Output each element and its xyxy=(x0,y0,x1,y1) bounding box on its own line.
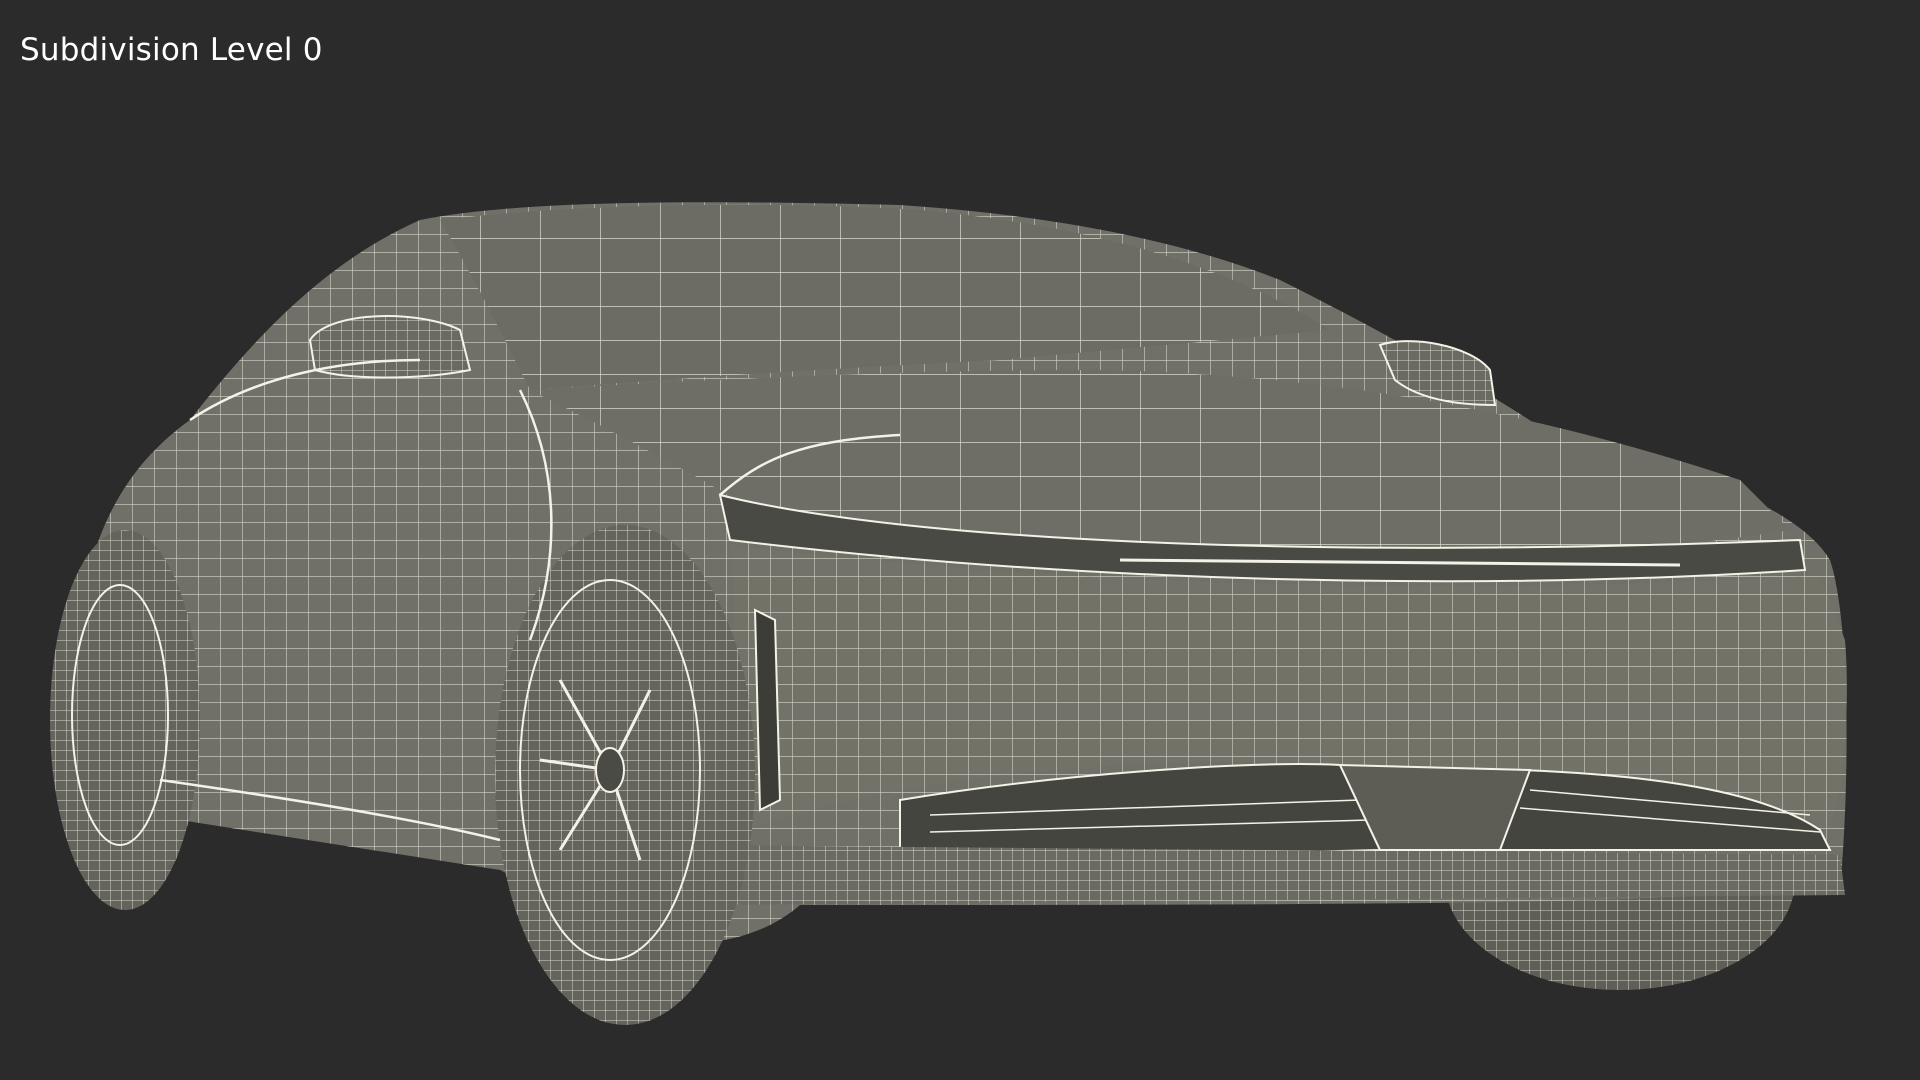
mirror-left xyxy=(308,315,472,379)
front-lip xyxy=(690,845,1845,905)
render-viewport: Subdivision Level 0 xyxy=(0,0,1920,1080)
rear-wheel-left xyxy=(50,530,200,910)
wireframe-car-render xyxy=(50,202,1847,1025)
front-wheel-left xyxy=(495,525,755,1025)
side-vent xyxy=(753,608,782,812)
